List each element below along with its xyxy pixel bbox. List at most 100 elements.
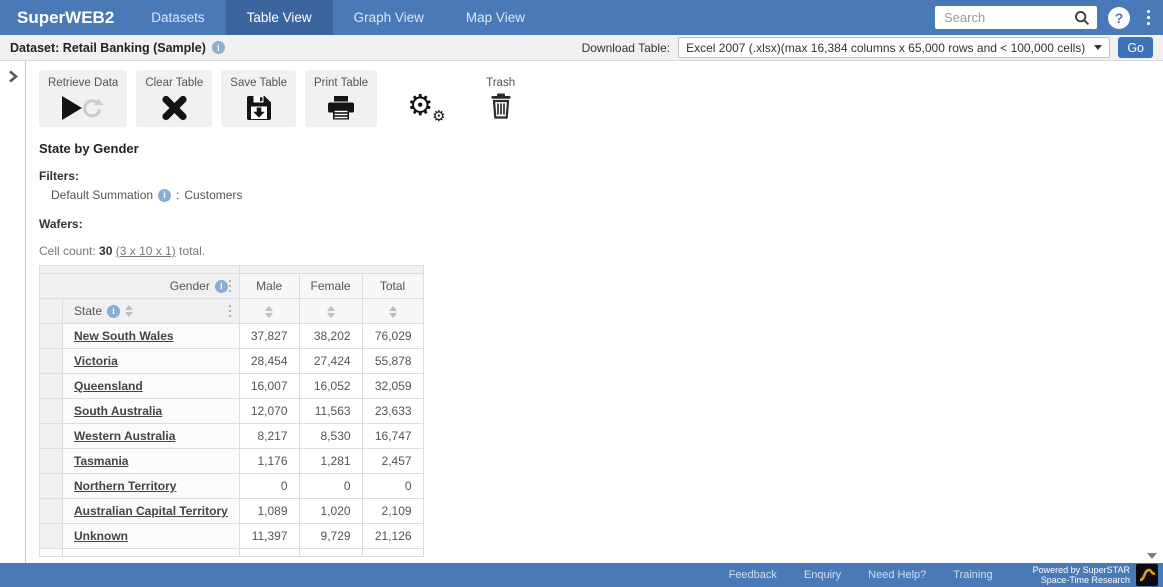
play-refresh-icon <box>61 95 105 121</box>
dataset-info-icon[interactable] <box>212 41 225 54</box>
search-input[interactable] <box>942 9 1074 26</box>
value-cell: 23,633 <box>362 399 423 424</box>
x-icon <box>161 95 188 121</box>
row-label-link[interactable]: South Australia <box>74 404 162 418</box>
table-title: State by Gender <box>39 141 1163 156</box>
footer-link-feedback[interactable]: Feedback <box>729 569 777 581</box>
value-cell: 16,007 <box>239 374 299 399</box>
gutter-cell <box>40 449 63 474</box>
value-cell: 12,070 <box>239 399 299 424</box>
download-table-label: Download Table: <box>582 41 671 55</box>
state-sort-toggle[interactable] <box>125 305 133 317</box>
table-row: Tasmania 1,176 1,281 2,457 <box>40 449 424 474</box>
print-table-button[interactable]: Print Table <box>305 70 377 127</box>
value-cell: 0 <box>239 474 299 499</box>
go-button[interactable]: Go <box>1118 37 1153 58</box>
filter-name: Default Summation <box>51 188 153 202</box>
gutter-cell <box>40 299 63 324</box>
search-box[interactable] <box>935 6 1097 29</box>
row-label-link[interactable]: Queensland <box>74 379 143 393</box>
gender-menu-icon[interactable] <box>226 279 234 293</box>
table-row: Victoria 28,454 27,424 55,878 <box>40 349 424 374</box>
help-button[interactable]: ? <box>1108 7 1130 29</box>
navbar-right: ? <box>935 0 1163 35</box>
row-dimension-cell: State <box>63 299 240 324</box>
value-cell: 38,202 <box>299 324 362 349</box>
scrollbar-down-arrow[interactable] <box>1147 553 1157 559</box>
footer-link-enquiry[interactable]: Enquiry <box>804 569 841 581</box>
row-label-link[interactable]: Tasmania <box>74 454 128 468</box>
clear-table-button[interactable]: Clear Table <box>136 70 212 127</box>
tab-table-view[interactable]: Table View <box>226 0 333 35</box>
male-sort-toggle[interactable] <box>265 306 273 318</box>
row-label-link[interactable]: Victoria <box>74 354 118 368</box>
gear-small-icon: ⚙ <box>432 109 445 123</box>
filters-heading: Filters: <box>39 169 1163 183</box>
state-info-icon[interactable] <box>107 305 120 318</box>
results-table: Gender Male Female Total State <box>39 265 424 557</box>
value-cell: 2,109 <box>362 499 423 524</box>
table-view-content: Retrieve Data Clear Table <box>26 61 1163 564</box>
retrieve-data-button[interactable]: Retrieve Data <box>39 70 127 127</box>
wafers-heading: Wafers: <box>39 217 1163 231</box>
gutter-cell <box>40 324 63 349</box>
table-row: Western Australia 8,217 8,530 16,747 <box>40 424 424 449</box>
dataset-title: Dataset: Retail Banking (Sample) <box>10 41 206 55</box>
row-dimension-label: State <box>74 304 102 318</box>
main-area: Retrieve Data Clear Table <box>0 61 1163 564</box>
download-format-value: Excel 2007 (.xlsx)(max 16,384 columns x … <box>686 41 1085 55</box>
trash-label: Trash <box>486 77 515 89</box>
powered-line1: Powered by SuperSTAR <box>1033 565 1130 575</box>
value-cell: 27,424 <box>299 349 362 374</box>
value-cell: 55,878 <box>362 349 423 374</box>
row-label-link[interactable]: Northern Territory <box>74 479 176 493</box>
chevron-right-icon[interactable] <box>8 70 18 87</box>
trash-icon <box>490 93 512 119</box>
gutter-cell <box>40 499 63 524</box>
app-logo: SuperWEB2 <box>0 0 130 35</box>
footer-link-training[interactable]: Training <box>953 569 992 581</box>
superweb2-app: SuperWEB2 Datasets Table View Graph View… <box>0 0 1163 587</box>
state-menu-icon[interactable] <box>226 304 234 318</box>
row-label-link[interactable]: New South Wales <box>74 329 174 343</box>
total-sort-toggle[interactable] <box>389 306 397 318</box>
printer-icon <box>327 95 355 121</box>
table-options-button[interactable]: ⚙ ⚙ <box>407 70 443 120</box>
tab-graph-view[interactable]: Graph View <box>333 0 445 35</box>
trash-dropzone[interactable]: Trash <box>486 70 515 119</box>
gear-icon: ⚙ <box>407 88 433 122</box>
footer-link-need-help[interactable]: Need Help? <box>868 569 926 581</box>
row-label-link[interactable]: Western Australia <box>74 429 175 443</box>
tab-map-view[interactable]: Map View <box>445 0 546 35</box>
clear-table-label: Clear Table <box>145 77 203 89</box>
male-sort-cell <box>239 299 299 324</box>
female-sort-toggle[interactable] <box>327 306 335 318</box>
gutter-cell <box>40 374 63 399</box>
powered-by-text: Powered by SuperSTAR Space-Time Research <box>1033 565 1130 585</box>
table-top-strip <box>40 266 424 274</box>
value-cell: 8,530 <box>299 424 362 449</box>
filter-info-icon[interactable] <box>158 189 171 202</box>
row-label-link[interactable]: Australian Capital Territory <box>74 504 228 518</box>
gutter-cell <box>40 524 63 549</box>
column-dimension-row: Gender Male Female Total <box>40 274 424 299</box>
gutter-cell <box>40 474 63 499</box>
gutter-cell <box>40 424 63 449</box>
retrieve-data-label: Retrieve Data <box>48 77 118 89</box>
tab-datasets[interactable]: Datasets <box>130 0 225 35</box>
top-navbar: SuperWEB2 Datasets Table View Graph View… <box>0 0 1163 35</box>
save-table-button[interactable]: Save Table <box>221 70 296 127</box>
female-sort-cell <box>299 299 362 324</box>
sidebar-expand-strip[interactable] <box>0 61 26 564</box>
table-row: Australian Capital Territory 1,089 1,020… <box>40 499 424 524</box>
download-format-select[interactable]: Excel 2007 (.xlsx)(max 16,384 columns x … <box>678 37 1110 58</box>
cell-count-link[interactable]: (3 x 10 x 1) <box>116 244 176 258</box>
column-header-total: Total <box>362 274 423 299</box>
overflow-menu-icon[interactable] <box>1141 7 1155 29</box>
value-cell: 37,827 <box>239 324 299 349</box>
search-icon[interactable] <box>1074 10 1090 26</box>
row-label-link[interactable]: Unknown <box>74 529 128 543</box>
value-cell: 16,747 <box>362 424 423 449</box>
cell-count-suffix: total. <box>179 244 205 258</box>
question-mark-icon: ? <box>1115 10 1124 26</box>
